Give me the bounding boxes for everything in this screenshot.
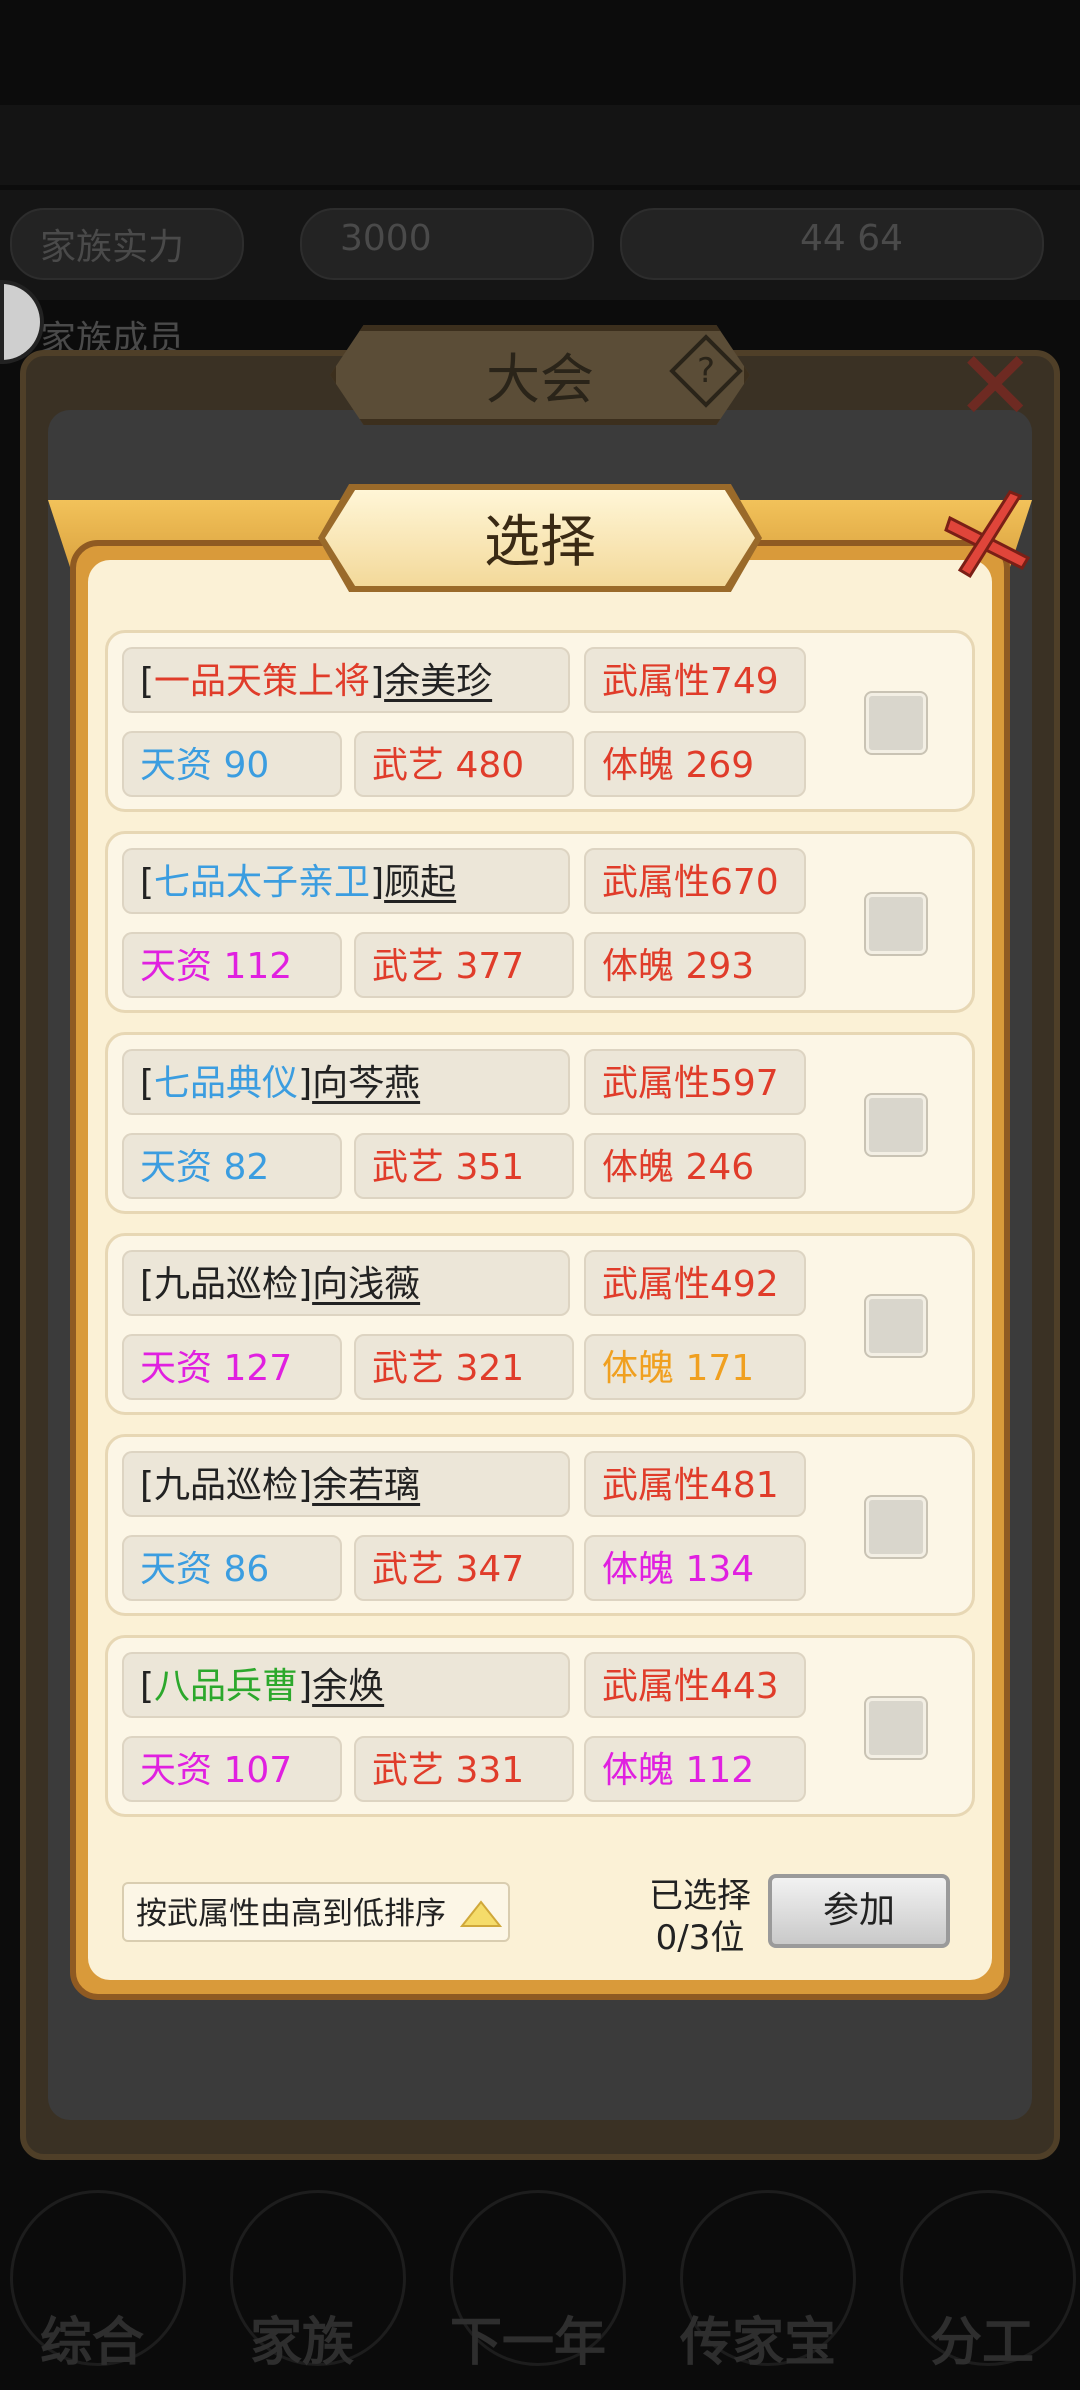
join-button[interactable]: 参加 [768, 1874, 950, 1948]
candidate-name-link[interactable]: 向芩燕 [312, 1063, 420, 1104]
candidate-card[interactable]: [九品巡检]余若璃 武属性481 天资 86 武艺 347 体魄 134 [105, 1434, 975, 1616]
candidate-title: [九品巡检]向浅薇 [122, 1250, 570, 1316]
background-nav-label: 家族 [250, 2313, 355, 2373]
talent-stat: 天资 82 [122, 1133, 342, 1199]
candidate-rank: 九品巡检 [154, 1264, 299, 1305]
candidate-rank: 八品兵曹 [154, 1666, 299, 1707]
physique-stat: 体魄 134 [584, 1535, 806, 1601]
physique-stat: 体魄 246 [584, 1133, 806, 1199]
bracket-close: ] [298, 1264, 313, 1305]
background-nav-label: 综合 [40, 2313, 145, 2373]
candidate-card[interactable]: [九品巡检]向浅薇 武属性492 天资 127 武艺 321 体魄 171 [105, 1233, 975, 1415]
martial-skill-stat: 武艺 351 [354, 1133, 574, 1199]
candidate-title: [八品兵曹]余焕 [122, 1652, 570, 1718]
candidate-rank: 一品天策上将 [154, 661, 371, 702]
candidate-name-link[interactable]: 余美珍 [384, 661, 492, 702]
candidate-name-link[interactable]: 向浅薇 [312, 1264, 420, 1305]
background-nav-label: 下一年 [450, 2313, 607, 2373]
bracket-close: ] [298, 1465, 313, 1506]
candidate-name-link[interactable]: 顾起 [384, 862, 456, 903]
background-stat-value: 44 64 [800, 218, 904, 259]
physique-stat: 体魄 269 [584, 731, 806, 797]
close-button[interactable] [940, 488, 1036, 584]
help-icon-glyph: ? [696, 351, 716, 391]
candidate-title: [一品天策上将]余美珍 [122, 647, 570, 713]
selected-count: 0/3位 [655, 1918, 745, 1958]
martial-attribute: 武属性443 [584, 1652, 806, 1718]
bracket-close: ] [298, 1666, 313, 1707]
bracket-open: [ [140, 1666, 155, 1707]
bracket-close: ] [370, 661, 385, 702]
martial-attribute: 武属性670 [584, 848, 806, 914]
martial-skill-stat: 武艺 480 [354, 731, 574, 797]
candidate-card[interactable]: [七品太子亲卫]顾起 武属性670 天资 112 武艺 377 体魄 293 [105, 831, 975, 1013]
talent-stat: 天资 107 [122, 1736, 342, 1802]
bracket-close: ] [298, 1063, 313, 1104]
sort-label: 按武属性由高到低排序 [136, 1896, 446, 1932]
background-stat-label: 家族实力 [40, 227, 185, 268]
select-checkbox[interactable] [864, 892, 928, 956]
background-top-bar [0, 105, 1080, 185]
sort-button[interactable]: 按武属性由高到低排序 [122, 1882, 510, 1942]
candidate-title: [七品典仪]向芩燕 [122, 1049, 570, 1115]
dialog-title: 选择 [484, 510, 596, 575]
select-checkbox[interactable] [864, 1294, 928, 1358]
candidate-card[interactable]: [八品兵曹]余焕 武属性443 天资 107 武艺 331 体魄 112 [105, 1635, 975, 1817]
assembly-close-icon: ✕ [955, 330, 1036, 442]
martial-attribute: 武属性492 [584, 1250, 806, 1316]
martial-attribute: 武属性481 [584, 1451, 806, 1517]
martial-skill-stat: 武艺 377 [354, 932, 574, 998]
sort-ascending-icon [460, 1900, 502, 1927]
candidate-rank: 七品太子亲卫 [154, 862, 371, 903]
candidate-card[interactable]: [一品天策上将]余美珍 武属性749 天资 90 武艺 480 体魄 269 [105, 630, 975, 812]
select-checkbox[interactable] [864, 1696, 928, 1760]
candidate-list[interactable]: [一品天策上将]余美珍 武属性749 天资 90 武艺 480 体魄 269 [七品太子亲… [105, 630, 975, 1845]
candidate-rank: 七品典仪 [154, 1063, 299, 1104]
select-checkbox[interactable] [864, 1495, 928, 1559]
candidate-card[interactable]: [七品典仪]向芩燕 武属性597 天资 82 武艺 351 体魄 246 [105, 1032, 975, 1214]
physique-stat: 体魄 112 [584, 1736, 806, 1802]
talent-stat: 天资 112 [122, 932, 342, 998]
background-nav-label: 传家宝 [680, 2313, 837, 2373]
physique-stat: 体魄 171 [584, 1334, 806, 1400]
martial-skill-stat: 武艺 321 [354, 1334, 574, 1400]
talent-stat: 天资 127 [122, 1334, 342, 1400]
talent-stat: 天资 90 [122, 731, 342, 797]
candidate-rank: 九品巡检 [154, 1465, 299, 1506]
select-checkbox[interactable] [864, 691, 928, 755]
martial-attribute: 武属性597 [584, 1049, 806, 1115]
physique-stat: 体魄 293 [584, 932, 806, 998]
martial-attribute: 武属性749 [584, 647, 806, 713]
background-stat-value: 3000 [340, 218, 432, 259]
background-nav-label: 分工 [930, 2313, 1035, 2373]
martial-skill-stat: 武艺 331 [354, 1736, 574, 1802]
select-checkbox[interactable] [864, 1093, 928, 1157]
martial-skill-stat: 武艺 347 [354, 1535, 574, 1601]
candidate-title: [七品太子亲卫]顾起 [122, 848, 570, 914]
talent-stat: 天资 86 [122, 1535, 342, 1601]
bracket-open: [ [140, 1264, 155, 1305]
candidate-title: [九品巡检]余若璃 [122, 1451, 570, 1517]
candidate-name-link[interactable]: 余若璃 [312, 1465, 420, 1506]
bracket-open: [ [140, 862, 155, 903]
close-icon [944, 490, 1031, 579]
bracket-open: [ [140, 1465, 155, 1506]
bracket-close: ] [370, 862, 385, 903]
candidate-name-link[interactable]: 余焕 [312, 1666, 384, 1707]
bracket-open: [ [140, 661, 155, 702]
bracket-open: [ [140, 1063, 155, 1104]
